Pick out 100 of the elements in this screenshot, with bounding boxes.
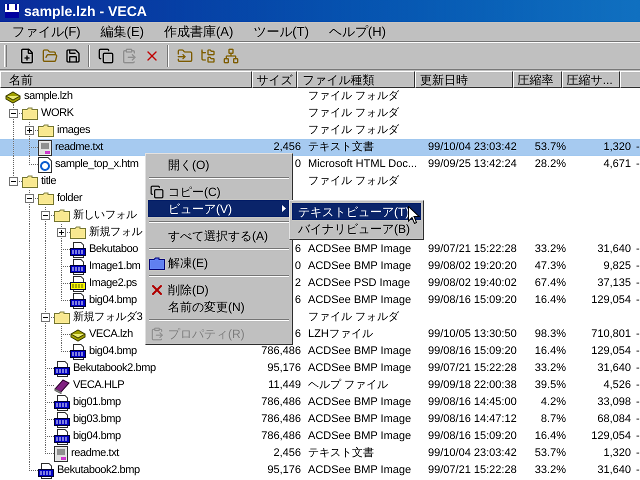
- compression-ratio: 28.2%: [534, 157, 566, 172]
- table-cell: -: [636, 345, 640, 358]
- properties-icon: [150, 327, 164, 341]
- file-name: Image1.bm: [89, 259, 140, 274]
- file-type: ACDSee BMP Image: [308, 294, 412, 306]
- file-type: ファイル フォルダ: [308, 107, 400, 120]
- folder-icon: [149, 256, 165, 270]
- menu-item[interactable]: 開く(O): [148, 156, 290, 173]
- modified-date: 99/08/16 14:47:12: [428, 413, 517, 426]
- compression-ratio: 47.3%: [534, 259, 566, 274]
- table-cell: -: [636, 379, 640, 392]
- tree-row[interactable]: VECA.HLP 11,449 ヘルプ ファイル 99/09/18 22:00:38 39.5% 4,526 -: [0, 377, 640, 394]
- modified-date: 99/08/02 19:40:02: [428, 277, 517, 290]
- file-type: ACDSee BMP Image: [308, 413, 412, 426]
- compression-ratio: 16.4%: [534, 429, 566, 444]
- tree-row[interactable]: Bekutabook2.bmp 95,176 ACDSee BMP Image 99/07/21 15:22:28 33.2% 31,640 -: [0, 360, 640, 377]
- image-file-icon: [70, 242, 86, 258]
- tree-row[interactable]: Bekutabook2.bmp 95,176 ACDSee BMP Image 99/07/21 15:22:28 33.2% 31,640 -: [0, 462, 640, 479]
- compression-ratio: 98.3%: [534, 327, 566, 342]
- table-cell: -: [636, 260, 640, 272]
- column-header[interactable]: [620, 71, 640, 88]
- tree-row[interactable]: big03.bmp 786,486 ACDSee BMP Image 99/08/16 14:47:12 8.7% 68,084 -: [0, 411, 640, 428]
- folder-icon: [38, 192, 54, 205]
- column-header[interactable]: サイズ: [252, 71, 298, 88]
- tree-row[interactable]: readme.txt 2,456 テキスト文書 99/10/04 23:03:42 53.7% 1,320 -: [0, 445, 640, 462]
- menu-item[interactable]: 編集(E): [92, 22, 152, 41]
- compressed-size: 31,640: [597, 242, 631, 258]
- file-type: ファイル フォルダ: [308, 311, 400, 324]
- collapse-button[interactable]: [9, 109, 18, 118]
- menu-item[interactable]: コピー(C): [148, 183, 290, 200]
- new-file-icon: [18, 48, 34, 64]
- modified-date: 99/10/04 23:03:42: [428, 141, 517, 154]
- column-header[interactable]: ファイル種類: [297, 71, 415, 88]
- file-size: 11,449: [268, 378, 301, 394]
- compressed-size: 37,135: [597, 276, 631, 292]
- file-name: big01.bmp: [73, 395, 121, 410]
- compression-ratio: 39.5%: [534, 378, 566, 394]
- collapse-button[interactable]: [41, 211, 50, 220]
- table-cell: -: [636, 141, 640, 154]
- menu-item[interactable]: ヘルプ(H): [320, 22, 394, 41]
- folder-icon: [22, 107, 38, 120]
- mouse-cursor-icon: [408, 206, 420, 225]
- column-header[interactable]: 名前: [0, 71, 252, 88]
- menu-item[interactable]: ビューア(V): [148, 200, 290, 217]
- file-name: big04.bmp: [89, 344, 137, 360]
- image-file-icon: [70, 276, 86, 292]
- column-header[interactable]: 更新日時: [414, 71, 513, 88]
- compression-ratio: 33.2%: [534, 361, 566, 376]
- file-name: WORK: [41, 106, 74, 122]
- column-header[interactable]: 圧縮率: [512, 71, 562, 88]
- tree-row[interactable]: sample.lzh ファイル フォルダ: [0, 88, 640, 105]
- file-type: テキスト文書: [308, 447, 374, 460]
- file-type: ACDSee BMP Image: [308, 430, 412, 442]
- table-cell: -: [636, 396, 640, 408]
- tree-row[interactable]: readme.txt 2,456 テキスト文書 99/10/04 23:03:42 53.7% 1,320 -: [0, 139, 640, 156]
- collapse-button[interactable]: [9, 177, 18, 186]
- save-icon: [64, 48, 80, 64]
- menu-item[interactable]: ツール(T): [245, 22, 317, 41]
- tree-row[interactable]: WORK ファイル フォルダ: [0, 105, 640, 122]
- menu-item[interactable]: 名前の変更(N): [148, 298, 290, 315]
- file-name: readme.txt: [71, 446, 119, 462]
- image-file-icon: [54, 428, 70, 444]
- compressed-size: 129,054: [591, 429, 631, 444]
- image-file-icon: [70, 344, 86, 360]
- compression-ratio: 4.2%: [540, 395, 566, 410]
- compressed-size: 4,526: [603, 378, 631, 394]
- table-cell: -: [636, 277, 640, 290]
- copy-icon: [98, 48, 114, 64]
- menu-item[interactable]: 削除(D): [148, 281, 290, 298]
- image-file-icon: [54, 412, 70, 428]
- menu-item[interactable]: バイナリビューア(B): [292, 220, 421, 237]
- image-file-icon: [70, 292, 86, 308]
- tree-row[interactable]: big04.bmp 786,486 ACDSee BMP Image 99/08/16 15:09:20 16.4% 129,054 -: [0, 343, 640, 360]
- file-name: big04.bmp: [89, 293, 137, 308]
- menu-item[interactable]: 作成書庫(A): [156, 22, 242, 41]
- file-size: 786,486: [261, 395, 301, 410]
- tree-row[interactable]: big01.bmp 786,486 ACDSee BMP Image 99/08/16 14:45:00 4.2% 33,098 -: [0, 394, 640, 411]
- folder-open-icon: [42, 48, 58, 64]
- column-header[interactable]: 圧縮サ...: [562, 71, 620, 88]
- expand-button[interactable]: [57, 228, 66, 237]
- file-size: 95,176: [267, 361, 301, 376]
- collapse-button[interactable]: [41, 313, 50, 322]
- file-type: ACDSee BMP Image: [308, 362, 412, 374]
- collapse-button[interactable]: [25, 194, 34, 203]
- menu-item[interactable]: すべて選択する(A): [148, 227, 290, 244]
- file-name: 新しいフォル: [73, 208, 137, 224]
- file-size: 2,456: [273, 446, 301, 462]
- file-size: 6: [294, 293, 301, 308]
- file-size: 2: [294, 276, 301, 292]
- menu-item[interactable]: ファイル(F): [4, 22, 89, 41]
- file-type: ACDSee BMP Image: [308, 464, 412, 476]
- file-type: LZHファイル: [308, 328, 373, 340]
- image-file-icon: [70, 258, 86, 274]
- submenu-arrow-icon: [282, 205, 286, 212]
- tree-row[interactable]: big04.bmp 786,486 ACDSee BMP Image 99/08/16 15:09:20 16.4% 129,054 -: [0, 428, 640, 445]
- expand-button[interactable]: [25, 126, 34, 135]
- file-size: 2,456: [273, 140, 301, 156]
- web-file-icon: [38, 156, 52, 172]
- table-cell: -: [636, 447, 640, 460]
- table-cell: -: [636, 464, 640, 476]
